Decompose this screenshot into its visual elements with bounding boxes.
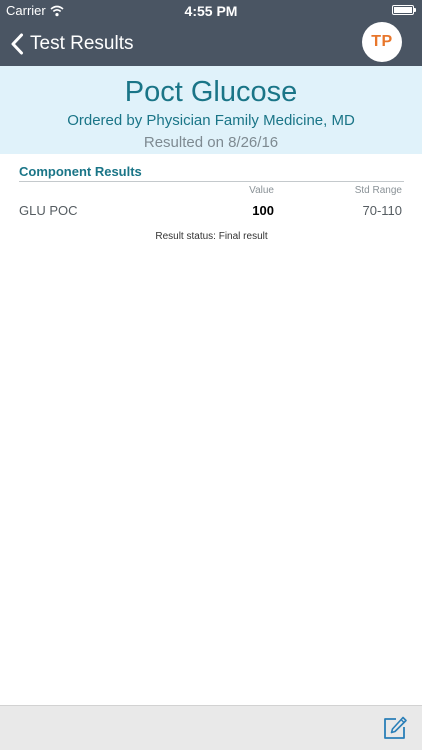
- compose-icon[interactable]: [382, 715, 408, 741]
- battery-level: [394, 7, 412, 13]
- table-row: GLU POC 100 70-110: [19, 203, 404, 223]
- chevron-left-icon: [11, 33, 23, 55]
- resulted-on-text: Resulted on 8/26/16: [143, 134, 279, 151]
- std-range-column-header: Std Range: [354, 185, 402, 196]
- status-bar: Carrier 4:55 PM: [0, 0, 422, 22]
- component-value: 100: [252, 203, 274, 218]
- back-button[interactable]: Test Results: [10, 28, 133, 60]
- column-headers: Value Std Range: [19, 185, 404, 199]
- component-results-section: Component Results Value Std Range GLU PO…: [19, 163, 404, 242]
- navigation-bar: Test Results TP: [0, 22, 422, 66]
- clock-time: 4:55 PM: [184, 3, 238, 19]
- avatar[interactable]: TP: [362, 22, 402, 62]
- result-status: Result status: Final result: [155, 231, 268, 242]
- section-title: Component Results: [19, 163, 404, 182]
- battery-icon: [392, 5, 416, 15]
- back-label: Test Results: [30, 33, 134, 54]
- page-title: Poct Glucose: [124, 76, 298, 108]
- value-column-header: Value: [249, 185, 274, 196]
- component-name: GLU POC: [19, 203, 78, 218]
- ordered-by-text: Ordered by Physician Family Medicine, MD: [67, 112, 355, 129]
- test-header: Poct Glucose Ordered by Physician Family…: [0, 66, 422, 154]
- bottom-toolbar: [0, 705, 422, 750]
- top-bar: Carrier 4:55 PM Test Results TP: [0, 0, 422, 66]
- component-std-range: 70-110: [362, 203, 402, 218]
